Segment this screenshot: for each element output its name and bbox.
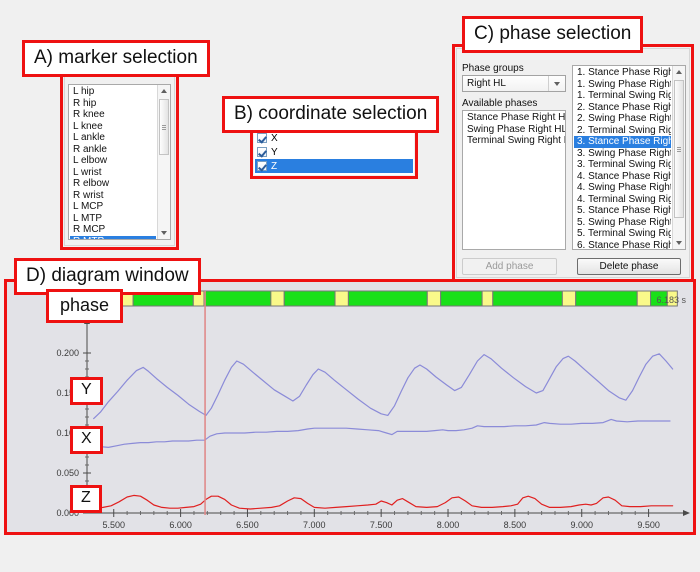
x-tick-label: 7.000: [303, 520, 326, 530]
list-item[interactable]: 5. Swing Phase Right HL: [574, 217, 671, 229]
phase-segment-swing[interactable]: [636, 290, 652, 307]
scroll-up-arrow-icon[interactable]: [158, 85, 170, 97]
callout-a-marker-selection: A) marker selection: [22, 40, 210, 77]
list-item[interactable]: 4. Terminal Swing Right H: [574, 194, 671, 206]
delete-phase-label: Delete phase: [599, 261, 659, 272]
phase-group-combobox[interactable]: Right HL: [462, 75, 566, 92]
scroll-down-arrow-icon[interactable]: [673, 237, 685, 249]
diagram-window[interactable]: 6.183 s 0.000 0.050 0.100 0.150 0.200 5.500 6.0…: [6, 281, 694, 533]
chevron-down-icon[interactable]: [548, 76, 565, 91]
callout-b-coordinate-selection: B) coordinate selection: [222, 96, 440, 133]
y-tick-label: 0.050: [56, 468, 79, 478]
available-phases-items: Stance Phase Right HL Swing Phase Right …: [464, 112, 565, 147]
phase-instances-items: 1. Stance Phase Right HL 1. Swing Phase …: [574, 67, 671, 250]
phase-segment-swing[interactable]: [426, 290, 442, 307]
phase-segment-swing[interactable]: [270, 290, 285, 307]
x-tick-label: 9.000: [570, 520, 593, 530]
x-tick-label: 6.000: [169, 520, 192, 530]
x-tick-label: 9.500: [637, 520, 660, 530]
list-item[interactable]: L MTP: [70, 213, 156, 225]
coordinate-label-y: Y: [271, 146, 278, 158]
phase-segment-stance[interactable]: [283, 290, 336, 307]
callout-c-phase-selection: C) phase selection: [462, 16, 644, 53]
checkbox-z-icon[interactable]: [257, 161, 267, 171]
x-tick-label: 6.500: [236, 520, 259, 530]
scrollbar-thumb[interactable]: [674, 80, 684, 218]
list-item[interactable]: Terminal Swing Right HL: [464, 135, 565, 147]
list-item-selected[interactable]: R MTP: [70, 235, 156, 239]
list-item[interactable]: R wrist: [70, 190, 156, 202]
list-item[interactable]: 5. Stance Phase Right HL: [574, 205, 671, 217]
x-tick-label: 8.000: [437, 520, 460, 530]
list-item[interactable]: R MCP: [70, 224, 156, 236]
list-item[interactable]: R elbow: [70, 178, 156, 190]
phase-list-scrollbar[interactable]: [672, 66, 685, 249]
list-item[interactable]: 1. Stance Phase Right HL: [574, 67, 671, 79]
list-item[interactable]: 1. Swing Phase Right HL: [574, 79, 671, 91]
checkbox-x-icon[interactable]: [257, 133, 267, 143]
list-item[interactable]: L wrist: [70, 167, 156, 179]
marker-list-items: L hip R hip R knee L knee L ankle R ankl…: [70, 86, 156, 239]
phase-groups-label: Phase groups: [462, 63, 524, 74]
scroll-up-arrow-icon[interactable]: [673, 66, 685, 78]
list-item[interactable]: 2. Swing Phase Right HL: [574, 113, 671, 125]
list-item[interactable]: Stance Phase Right HL: [464, 112, 565, 124]
list-item[interactable]: 2. Stance Phase Right HL: [574, 102, 671, 114]
list-item[interactable]: L knee: [70, 121, 156, 133]
phase-segment-swing[interactable]: [481, 290, 494, 307]
series-label-z: Z: [70, 485, 102, 513]
list-item[interactable]: 5. Terminal Swing Right H: [574, 228, 671, 240]
phase-segment-stance[interactable]: [575, 290, 638, 307]
coordinate-row-x[interactable]: X: [255, 131, 413, 145]
y-tick-label: 0.200: [56, 348, 79, 358]
list-item-selected[interactable]: 3. Stance Phase Right HL: [574, 136, 671, 148]
add-phase-label: Add phase: [485, 261, 534, 272]
list-item[interactable]: L MCP: [70, 201, 156, 213]
x-tick-label: 5.500: [102, 520, 125, 530]
delete-phase-button[interactable]: Delete phase: [577, 258, 681, 275]
phase-segment-stance[interactable]: [347, 290, 428, 307]
phase-segment-stance[interactable]: [440, 290, 483, 307]
marker-listbox[interactable]: L hip R hip R knee L knee L ankle R ankl…: [68, 84, 171, 240]
phase-group-value: Right HL: [467, 78, 506, 89]
phase-segment-swing[interactable]: [561, 290, 577, 307]
list-item[interactable]: L elbow: [70, 155, 156, 167]
list-item[interactable]: L hip: [70, 86, 156, 98]
list-item[interactable]: 6. Stance Phase Right HL: [574, 240, 671, 250]
marker-list-scrollbar[interactable]: [157, 85, 170, 239]
coordinate-label-x: X: [271, 132, 278, 144]
coordinate-checklist[interactable]: X Y Z: [254, 130, 414, 175]
coordinate-row-y[interactable]: Y: [255, 145, 413, 159]
list-item[interactable]: 1. Terminal Swing Right H: [574, 90, 671, 102]
x-tick-label: 7.500: [370, 520, 393, 530]
coordinate-row-z[interactable]: Z: [255, 159, 413, 173]
phase-instances-listbox[interactable]: 1. Stance Phase Right HL 1. Swing Phase …: [572, 65, 686, 250]
list-item[interactable]: R hip: [70, 98, 156, 110]
scrollbar-thumb[interactable]: [159, 99, 169, 155]
list-item[interactable]: R ankle: [70, 144, 156, 156]
phase-segment-stance[interactable]: [492, 290, 563, 307]
series-label-x: X: [70, 426, 103, 454]
scroll-down-arrow-icon[interactable]: [158, 227, 170, 239]
list-item[interactable]: 3. Swing Phase Right HL: [574, 148, 671, 160]
list-item[interactable]: R knee: [70, 109, 156, 121]
phase-segment-stance[interactable]: [203, 290, 272, 307]
coordinate-label-z: Z: [271, 160, 278, 172]
list-item[interactable]: Swing Phase Right HL: [464, 124, 565, 136]
cursor-time-label: 6.183 s: [656, 295, 686, 305]
list-item[interactable]: 3. Terminal Swing Right H: [574, 159, 671, 171]
available-phases-label: Available phases: [462, 98, 538, 109]
list-item[interactable]: L ankle: [70, 132, 156, 144]
list-item[interactable]: 4. Swing Phase Right HL: [574, 182, 671, 194]
x-tick-label: 8.500: [504, 520, 527, 530]
checkbox-y-icon[interactable]: [257, 147, 267, 157]
phase-segment-swing[interactable]: [334, 290, 349, 307]
series-label-y: Y: [70, 377, 103, 405]
add-phase-button[interactable]: Add phase: [462, 258, 557, 275]
list-item[interactable]: 2. Terminal Swing Right H: [574, 125, 671, 137]
callout-phase-label: phase: [46, 289, 124, 323]
available-phases-listbox[interactable]: Stance Phase Right HL Swing Phase Right …: [462, 110, 566, 250]
list-item[interactable]: 4. Stance Phase Right HL: [574, 171, 671, 183]
